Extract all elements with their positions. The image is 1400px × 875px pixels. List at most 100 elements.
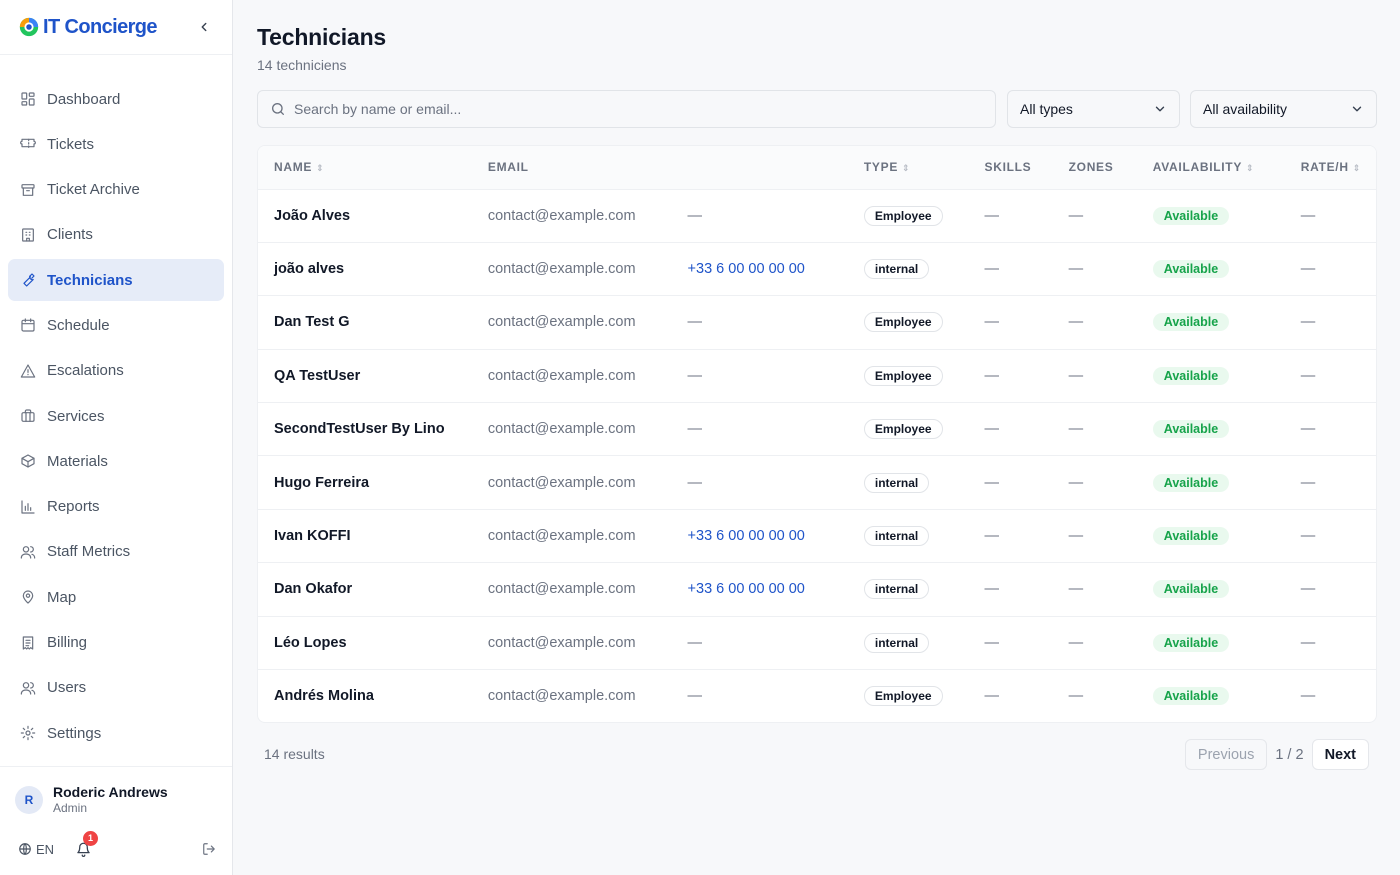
technician-phone[interactable]: +33 6 00 00 00 00 — [672, 242, 848, 295]
technician-phone[interactable]: +33 6 00 00 00 00 — [672, 509, 848, 562]
table-row[interactable]: Andrés Molina contact@example.com — Employe… — [258, 670, 1376, 722]
sidebar-item-reports[interactable]: Reports — [8, 486, 224, 528]
sidebar-item-settings[interactable]: Settings — [8, 712, 224, 754]
type-badge: Employee — [863, 312, 943, 333]
table-row[interactable]: SecondTestUser By Lino contact@example.co… — [258, 403, 1376, 456]
sidebar-item-users[interactable]: Users — [8, 667, 224, 709]
column-header-name[interactable]: NAME ⇕ — [258, 146, 472, 190]
notifications-button[interactable]: 1 — [76, 830, 99, 857]
type-cell: Employee — [848, 670, 969, 722]
archive-icon — [19, 181, 36, 198]
logout-button[interactable] — [202, 842, 216, 856]
logo-icon — [19, 17, 39, 37]
availability-filter-value: All availability — [1203, 101, 1288, 117]
sidebar-item-label: Escalations — [47, 362, 124, 380]
zones-cell: — — [1068, 421, 1084, 438]
column-header-zones: ZONES — [1052, 146, 1137, 190]
technician-email: contact@example.com — [487, 421, 636, 438]
table-row[interactable]: Dan Okafor contact@example.com +33 6 00 00… — [258, 563, 1376, 617]
technician-phone: — — [687, 367, 703, 384]
technician-email: contact@example.com — [487, 367, 636, 384]
sidebar-item-label: Schedule — [47, 316, 110, 334]
technician-email: contact@example.com — [487, 261, 636, 278]
status-badge: Available — [1152, 473, 1230, 492]
sidebar-item-label: Services — [47, 407, 105, 425]
sidebar-item-ticket-archive[interactable]: Ticket Archive — [8, 169, 224, 211]
zones-cell: — — [1068, 367, 1084, 384]
table-header-row: NAME ⇕ EMAIL TYPE ⇕ SKILLS ZONES AVAILABIL… — [258, 146, 1376, 190]
technician-phone: — — [687, 634, 703, 651]
sidebar-item-schedule[interactable]: Schedule — [8, 304, 224, 346]
skills-cell: — — [984, 421, 1000, 438]
type-filter-value: All types — [1020, 101, 1073, 117]
sidebar-item-escalations[interactable]: Escalations — [8, 350, 224, 392]
table-row[interactable]: João Alves contact@example.com — Employee — —… — [258, 189, 1376, 243]
skills-cell: — — [984, 528, 1000, 545]
type-badge: internal — [863, 526, 930, 547]
sidebar-item-tickets[interactable]: Tickets — [8, 123, 224, 165]
sidebar-item-label: Reports — [47, 498, 100, 516]
previous-page-button[interactable]: Previous — [1184, 739, 1268, 770]
technician-email: contact@example.com — [487, 314, 636, 331]
column-header-skills: SKILLS — [968, 146, 1053, 190]
column-header-type[interactable]: TYPE ⇕ — [847, 146, 969, 190]
table-row[interactable]: Dan Test G contact@example.com — Employee — —… — [258, 296, 1376, 350]
table-row[interactable]: Ivan KOFFI contact@example.com +33 6 00 00… — [258, 509, 1376, 563]
technician-name: QA TestUser — [274, 367, 361, 384]
sidebar-item-services[interactable]: Services — [8, 395, 224, 437]
sidebar-item-billing[interactable]: Billing — [8, 622, 224, 664]
technician-name: João Alves — [274, 207, 351, 224]
skills-cell: — — [984, 634, 1000, 651]
type-badge: internal — [863, 472, 930, 493]
sidebar-item-dashboard[interactable]: Dashboard — [8, 78, 224, 120]
column-header-availability-label: AVAILABILITY — [1152, 160, 1243, 175]
sidebar-item-label: Tickets — [47, 135, 94, 153]
technician-email: contact@example.com — [487, 688, 636, 705]
sidebar-item-clients[interactable]: Clients — [8, 214, 224, 256]
availability-cell: Available — [1137, 349, 1285, 402]
briefcase-icon — [19, 408, 36, 425]
sidebar: IT Concierge Dashboard Tickets Ticket Arch… — [0, 0, 233, 875]
availability-filter-select[interactable]: All availability — [1190, 90, 1377, 128]
sidebar-item-label: Materials — [47, 452, 108, 470]
table-row[interactable]: QA TestUser contact@example.com — Employee —… — [258, 349, 1376, 403]
sidebar-item-materials[interactable]: Materials — [8, 440, 224, 482]
technician-name: Léo Lopes — [274, 634, 347, 651]
next-page-button[interactable]: Next — [1311, 739, 1369, 770]
dashboard-icon — [19, 91, 36, 108]
sort-icon: ⇕ — [902, 163, 911, 174]
chevron-left-icon — [201, 22, 207, 32]
technicians-table: NAME ⇕ EMAIL TYPE ⇕ SKILLS ZONES AVAILABIL… — [258, 146, 1376, 722]
page-title: Technicians — [257, 24, 387, 50]
main-content: Technicians 14 techniciens All types All… — [233, 0, 1400, 875]
type-cell: internal — [848, 456, 969, 509]
column-header-availability[interactable]: AVAILABILITY ⇕ — [1136, 146, 1285, 190]
type-filter-select[interactable]: All types — [1007, 90, 1180, 128]
table-row[interactable]: Léo Lopes contact@example.com — internal — — A… — [258, 616, 1376, 670]
zones-cell: — — [1068, 261, 1084, 278]
technician-name: Dan Okafor — [274, 581, 353, 598]
sidebar-item-map[interactable]: Map — [8, 576, 224, 618]
sidebar-item-label: Ticket Archive — [47, 181, 140, 199]
bar-chart-icon — [19, 498, 36, 515]
language-switcher[interactable]: EN — [18, 842, 54, 857]
sidebar-item-staff-metrics[interactable]: Staff Metrics — [8, 531, 224, 573]
technician-email: contact@example.com — [487, 581, 636, 598]
technician-phone[interactable]: +33 6 00 00 00 00 — [672, 563, 848, 616]
rate-cell: — — [1300, 207, 1316, 224]
table-row[interactable]: joão alves contact@example.com +33 6 00 00… — [258, 242, 1376, 296]
calendar-icon — [19, 317, 36, 334]
sidebar-item-technicians[interactable]: Technicians — [8, 259, 224, 302]
technician-name: Dan Test G — [274, 314, 350, 331]
search-input[interactable] — [294, 101, 974, 117]
user-profile[interactable]: R Roderic Andrews Admin — [15, 784, 168, 816]
type-cell: Employee — [848, 189, 969, 242]
table-row[interactable]: Hugo Ferreira contact@example.com — interna… — [258, 456, 1376, 510]
collapse-sidebar-button[interactable] — [194, 17, 214, 37]
status-badge: Available — [1152, 366, 1230, 385]
technician-email: contact@example.com — [487, 528, 636, 545]
rate-cell: — — [1300, 474, 1316, 491]
technician-name: Hugo Ferreira — [274, 474, 370, 491]
chevron-down-icon — [1153, 102, 1167, 116]
column-header-rate[interactable]: RATE/H ⇕ — [1284, 146, 1376, 190]
